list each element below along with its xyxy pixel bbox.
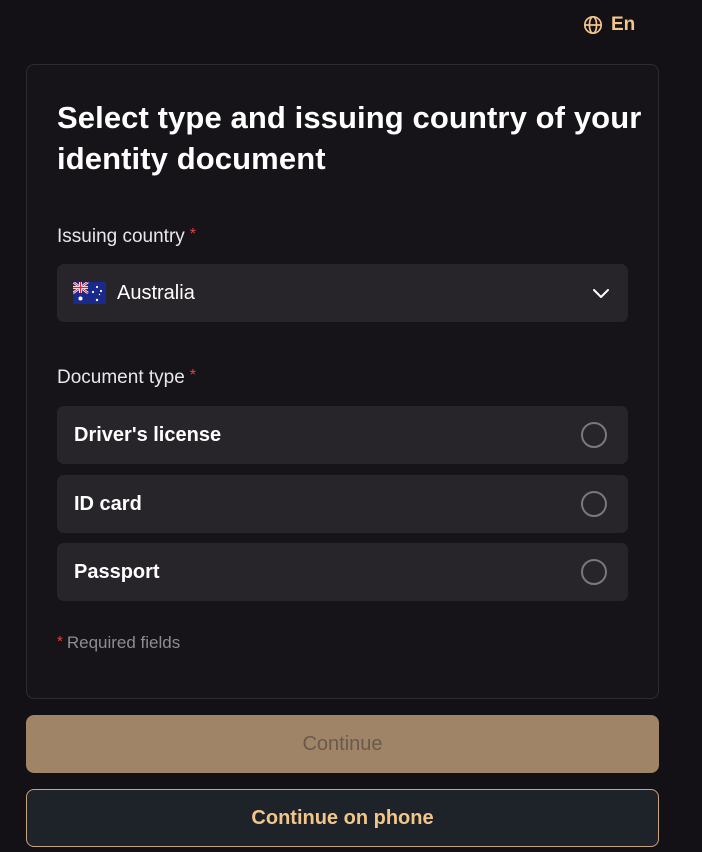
- chevron-down-icon: [593, 289, 609, 298]
- option-label: Driver's license: [74, 423, 222, 446]
- issuing-country-label: Issuing country *: [57, 226, 196, 248]
- issuing-country-label-text: Issuing country: [57, 226, 185, 247]
- globe-icon: [583, 15, 603, 35]
- required-fields-note: * Required fields: [57, 633, 180, 653]
- continue-button[interactable]: Continue: [26, 715, 659, 773]
- language-switcher[interactable]: En: [583, 14, 635, 36]
- required-asterisk: *: [57, 633, 63, 650]
- option-label: Passport: [74, 560, 160, 583]
- radio-button[interactable]: [581, 422, 607, 448]
- page-title: Select type and issuing country of your …: [57, 100, 642, 176]
- radio-button[interactable]: [581, 559, 607, 585]
- language-label: En: [611, 14, 636, 35]
- required-fields-text: Required fields: [66, 633, 181, 652]
- document-option-passport[interactable]: Passport: [57, 543, 628, 601]
- selected-country: Australia: [117, 281, 195, 304]
- issuing-country-select[interactable]: Australia: [57, 264, 628, 322]
- document-selection-card: Select type and issuing country of your …: [26, 64, 659, 699]
- radio-button[interactable]: [581, 491, 607, 517]
- document-option-id-card[interactable]: ID card: [57, 475, 628, 533]
- page: En Select type and issuing country of yo…: [0, 0, 702, 852]
- required-asterisk: *: [189, 226, 197, 243]
- document-type-label-text: Document type: [57, 367, 185, 388]
- continue-on-phone-button[interactable]: Continue on phone: [26, 789, 659, 847]
- document-option-drivers-license[interactable]: Driver's license: [57, 406, 628, 464]
- australia-flag-icon: [73, 282, 106, 304]
- option-label: ID card: [74, 492, 142, 515]
- document-type-label: Document type *: [57, 367, 196, 389]
- required-asterisk: *: [189, 367, 197, 384]
